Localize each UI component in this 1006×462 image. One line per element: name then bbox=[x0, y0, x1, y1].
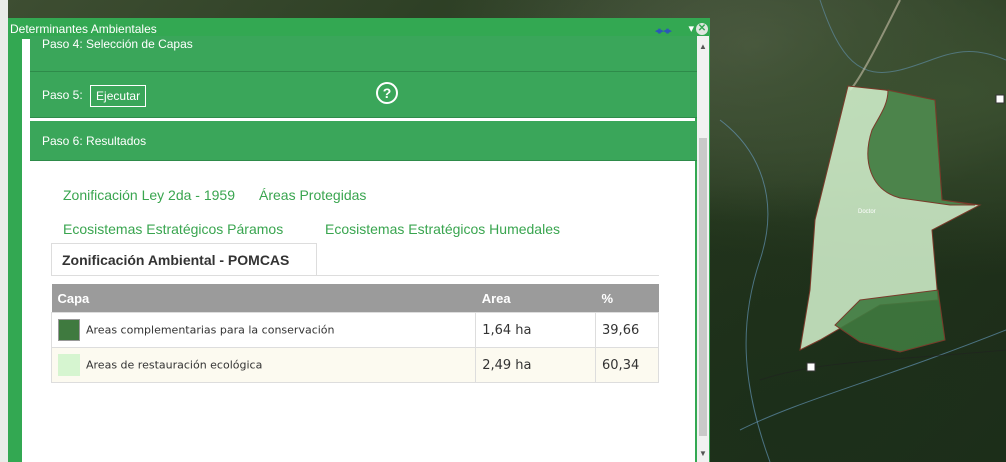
step-5-label: Paso 5: bbox=[42, 88, 83, 102]
dialog-scrollbar[interactable]: ▲ ▼ bbox=[697, 36, 709, 462]
tab-zonificacion-pomcas[interactable]: Zonificación Ambiental - POMCAS bbox=[51, 243, 317, 276]
column-header-percent: % bbox=[595, 284, 659, 313]
execute-button[interactable]: Ejecutar bbox=[90, 84, 147, 107]
capa-cell: Areas complementarias para la conservaci… bbox=[50, 312, 477, 348]
results-table: Capa Area % Areas complementarias para l… bbox=[50, 284, 659, 383]
color-swatch bbox=[58, 354, 80, 376]
capa-cell: Areas de restauración ecológica bbox=[50, 347, 477, 383]
percent-cell: 60,34 bbox=[595, 347, 659, 383]
capa-label: Areas de restauración ecológica bbox=[86, 358, 263, 372]
percent-cell: 39,66 bbox=[595, 312, 659, 348]
step-4-label: Paso 4: Selección de Capas bbox=[42, 37, 193, 51]
step-6-label: Paso 6: Resultados bbox=[42, 134, 147, 148]
tab-zonificacion-ley-2da[interactable]: Zonificación Ley 2da - 1959 bbox=[63, 187, 235, 203]
scroll-down-arrow-icon[interactable]: ▼ bbox=[697, 449, 709, 458]
dialog-title: Determinantes Ambientales bbox=[10, 22, 157, 36]
table-header-row: Capa Area % bbox=[51, 284, 659, 313]
tab-divider bbox=[51, 275, 659, 276]
left-edge-strip bbox=[0, 0, 8, 462]
step-5-header: Paso 5: Ejecutar ? bbox=[30, 72, 707, 118]
table-row: Areas de restauración ecológica 2,49 ha … bbox=[50, 347, 659, 383]
capa-label: Areas complementarias para la conservaci… bbox=[86, 323, 335, 337]
color-swatch bbox=[58, 319, 80, 341]
table-row: Areas complementarias para la conservaci… bbox=[50, 312, 659, 348]
tab-areas-protegidas[interactable]: Áreas Protegidas bbox=[259, 187, 366, 203]
column-header-area: Area bbox=[475, 284, 596, 313]
area-cell: 2,49 ha bbox=[475, 347, 597, 383]
close-icon[interactable]: ✕ bbox=[696, 23, 708, 35]
conservation-area-polygon bbox=[867, 89, 976, 206]
step-4-header[interactable]: Paso 4: Selección de Capas bbox=[30, 36, 707, 72]
tab-ecosistemas-humedales[interactable]: Ecosistemas Estratégicos Humedales bbox=[325, 221, 560, 237]
tab-ecosistemas-paramos[interactable]: Ecosistemas Estratégicos Páramos bbox=[63, 221, 283, 237]
column-header-capa: Capa bbox=[51, 284, 476, 313]
parcel-label: Doctor bbox=[858, 209, 876, 215]
area-cell: 1,64 ha bbox=[475, 312, 597, 348]
scroll-up-arrow-icon[interactable]: ▲ bbox=[697, 42, 709, 51]
help-circle-icon[interactable]: ? bbox=[376, 82, 398, 104]
scroll-thumb[interactable] bbox=[699, 138, 707, 436]
step-6-header[interactable]: Paso 6: Resultados bbox=[30, 121, 707, 161]
